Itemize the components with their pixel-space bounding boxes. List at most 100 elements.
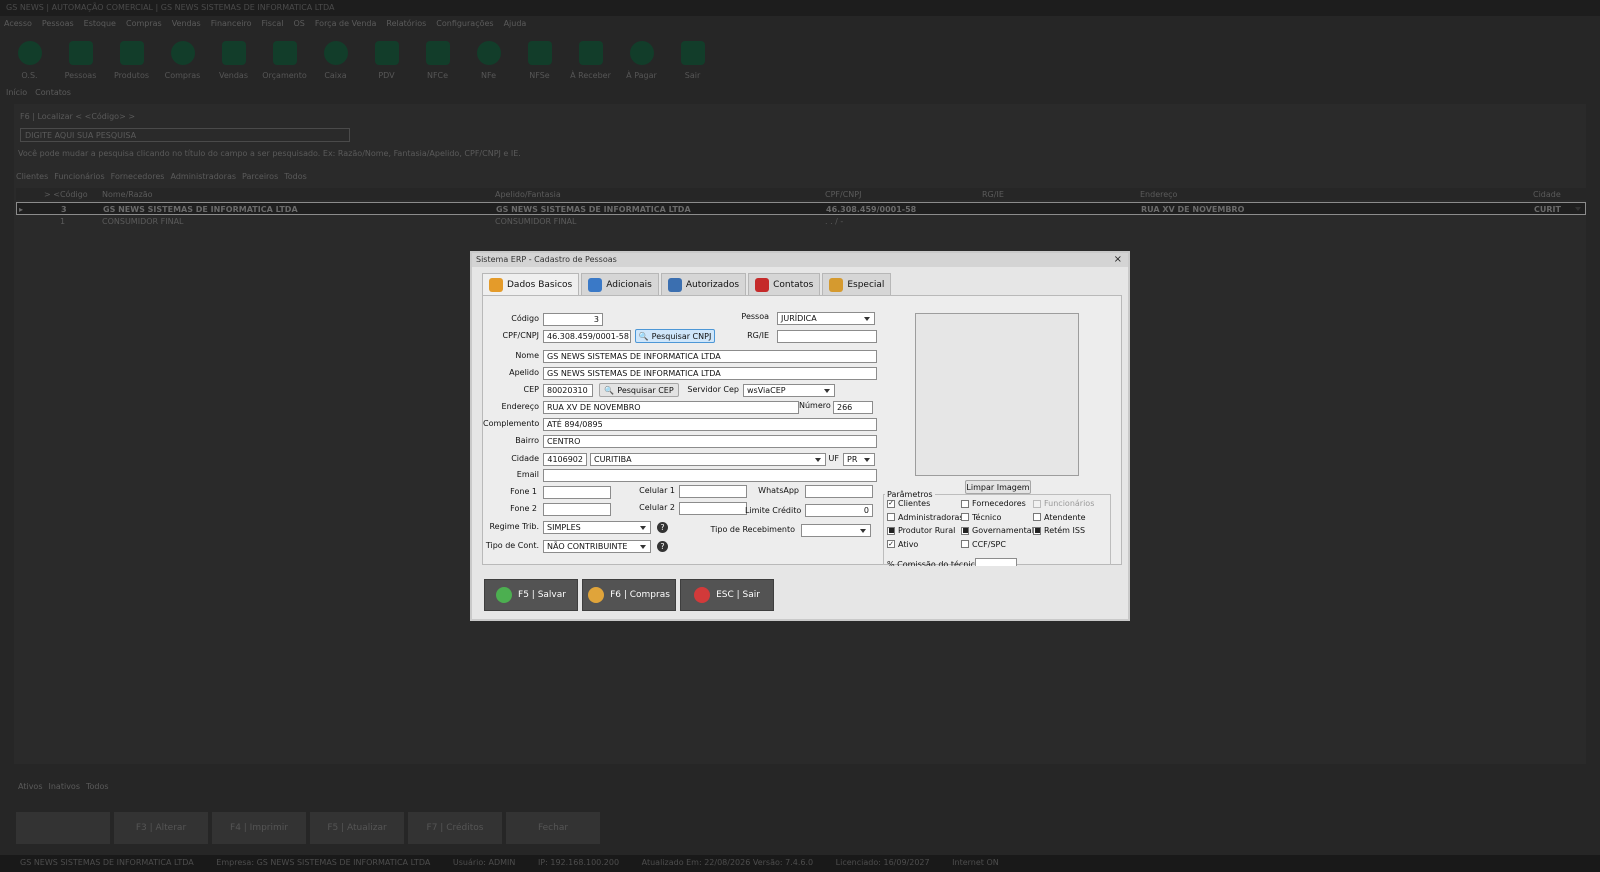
param-checkbox[interactable]: Retém ISS [1033,526,1085,535]
cidade-codigo-field[interactable]: 4106902 [543,453,587,466]
menu-item[interactable]: Vendas [172,19,201,29]
column-header[interactable]: Endereço [1140,190,1177,199]
param-checkbox[interactable]: ✓ Ativo [887,540,918,549]
cep-field[interactable]: 80020310 [543,384,593,397]
cidade-select[interactable]: CURITIBA [590,453,826,466]
uf-select[interactable]: PR [843,453,875,466]
category-tab[interactable]: Parceiros [242,172,278,181]
pesquisar-cep-button[interactable]: 🔍 Pesquisar CEP [599,383,679,397]
tab-autorizados[interactable]: Autorizados [660,273,747,295]
comissao-field[interactable] [975,558,1017,566]
apelido-field[interactable]: GS NEWS SISTEMAS DE INFORMATICA LTDA [543,367,877,380]
photo-box[interactable] [915,313,1079,476]
bottom-action-button[interactable]: F4 | Imprimir [212,812,306,844]
param-checkbox[interactable]: ✓ Clientes [887,499,930,508]
action-button[interactable]: ESC | Sair [680,579,774,611]
menu-item[interactable]: Configurações [436,19,493,29]
category-tab[interactable]: Administradoras [170,172,236,181]
checkmark-icon[interactable]: ✓ [887,499,895,508]
toolbar-button[interactable]: Pessoas [55,32,106,84]
checkbox[interactable] [961,499,969,508]
checkbox[interactable] [887,513,895,521]
category-tab[interactable]: Clientes [16,172,48,181]
email-field[interactable] [543,469,877,482]
checkbox[interactable] [1033,513,1041,521]
tab-contatos[interactable]: Contatos [35,88,71,100]
toolbar-button[interactable]: Caixa [310,32,361,84]
toolbar-button[interactable]: PDV [361,32,412,84]
celular2-field[interactable] [679,502,747,515]
param-checkbox[interactable]: Administradoras [887,513,964,522]
complemento-field[interactable]: ATÉ 894/0895 [543,418,877,431]
toolbar-button[interactable]: Vendas [208,32,259,84]
bottom-action-button[interactable]: F5 | Atualizar [310,812,404,844]
category-tab[interactable]: Fornecedores [111,172,165,181]
tab-ativos[interactable]: Ativos [18,782,43,791]
toolbar-button[interactable]: NFCe [412,32,463,84]
tab-inicio[interactable]: Início [6,88,27,100]
pessoa-select[interactable]: JURÍDICA [777,312,875,325]
param-checkbox[interactable]: Funcionários [1033,499,1094,508]
checkbox[interactable] [1033,499,1041,508]
menu-item[interactable]: Estoque [84,19,116,29]
limpar-imagem-button[interactable]: Limpar Imagem [965,480,1031,494]
menu-item[interactable]: OS [293,19,304,29]
pesquisar-cnpj-button[interactable]: 🔍 Pesquisar CNPJ [635,329,715,343]
toolbar-button[interactable]: Orçamento [259,32,310,84]
action-button[interactable]: F5 | Salvar [484,579,578,611]
column-header[interactable]: RG/IE [982,190,1004,199]
tab-especial[interactable]: Especial [822,273,892,295]
column-header[interactable]: CPF/CNPJ [825,190,861,199]
whatsapp-field[interactable] [805,485,873,498]
menu-item[interactable]: Financeiro [211,19,252,29]
column-header[interactable]: > <Código [44,190,88,199]
bottom-action-button[interactable]: F3 | Alterar [114,812,208,844]
column-header[interactable]: Nome/Razão [102,190,153,199]
toolbar-button[interactable]: NFe [463,32,514,84]
servidor-cep-select[interactable]: wsViaCEP [743,384,835,397]
help-icon[interactable]: ? [657,522,668,533]
tab-todos[interactable]: Todos [86,782,109,791]
bottom-action-button[interactable]: F7 | Créditos [408,812,502,844]
menu-item[interactable]: Compras [126,19,162,29]
close-icon[interactable]: × [1114,254,1122,265]
checkbox[interactable] [961,526,969,535]
column-header[interactable]: Cidade [1533,190,1561,199]
param-checkbox[interactable]: CCF/SPC [961,540,1006,549]
nome-field[interactable]: GS NEWS SISTEMAS DE INFORMATICA LTDA [543,350,877,363]
fone2-field[interactable] [543,503,611,516]
regime-select[interactable]: SIMPLES [543,521,651,534]
bairro-field[interactable]: CENTRO [543,435,877,448]
toolbar-button[interactable]: O.S. [4,32,55,84]
cpf-field[interactable]: 46.308.459/0001-58 [543,330,631,343]
codigo-field[interactable]: 3 [543,313,603,326]
numero-field[interactable]: 266 [833,401,873,414]
param-checkbox[interactable]: Técnico [961,513,1001,522]
category-tab[interactable]: Todos [284,172,307,181]
endereco-field[interactable]: RUA XV DE NOVEMBRO [543,401,799,414]
menu-item[interactable]: Força de Venda [315,19,377,29]
toolbar-button[interactable]: Produtos [106,32,157,84]
param-checkbox[interactable]: Produtor Rural [887,526,955,535]
action-button[interactable]: F6 | Compras [582,579,676,611]
param-checkbox[interactable]: Atendente [1033,513,1086,522]
tipo-recebimento-select[interactable] [801,524,871,537]
param-checkbox[interactable]: Governamental [961,526,1034,535]
fone1-field[interactable] [543,486,611,499]
menu-item[interactable]: Fiscal [262,19,284,29]
menu-item[interactable]: Pessoas [42,19,74,29]
column-header[interactable]: Apelido/Fantasia [495,190,561,199]
category-tab[interactable]: Funcionários [54,172,104,181]
checkmark-icon[interactable]: ✓ [887,540,895,548]
toolbar-button[interactable]: À Receber [565,32,616,84]
help-icon[interactable]: ? [657,541,668,552]
tab-dados-basicos[interactable]: Dados Basicos [482,273,580,295]
bottom-action-button[interactable]: Fechar [506,812,600,844]
tab-adicionais[interactable]: Adicionais [581,273,659,295]
tab-inativos[interactable]: Inativos [49,782,81,791]
checkbox[interactable] [961,540,969,548]
limite-credito-field[interactable]: 0 [805,504,873,517]
search-input[interactable]: DIGITE AQUI SUA PESQUISA [20,128,350,142]
param-checkbox[interactable]: Fornecedores [961,499,1026,508]
table-row[interactable]: 1 CONSUMIDOR FINAL CONSUMIDOR FINAL . . / - [16,215,1586,227]
